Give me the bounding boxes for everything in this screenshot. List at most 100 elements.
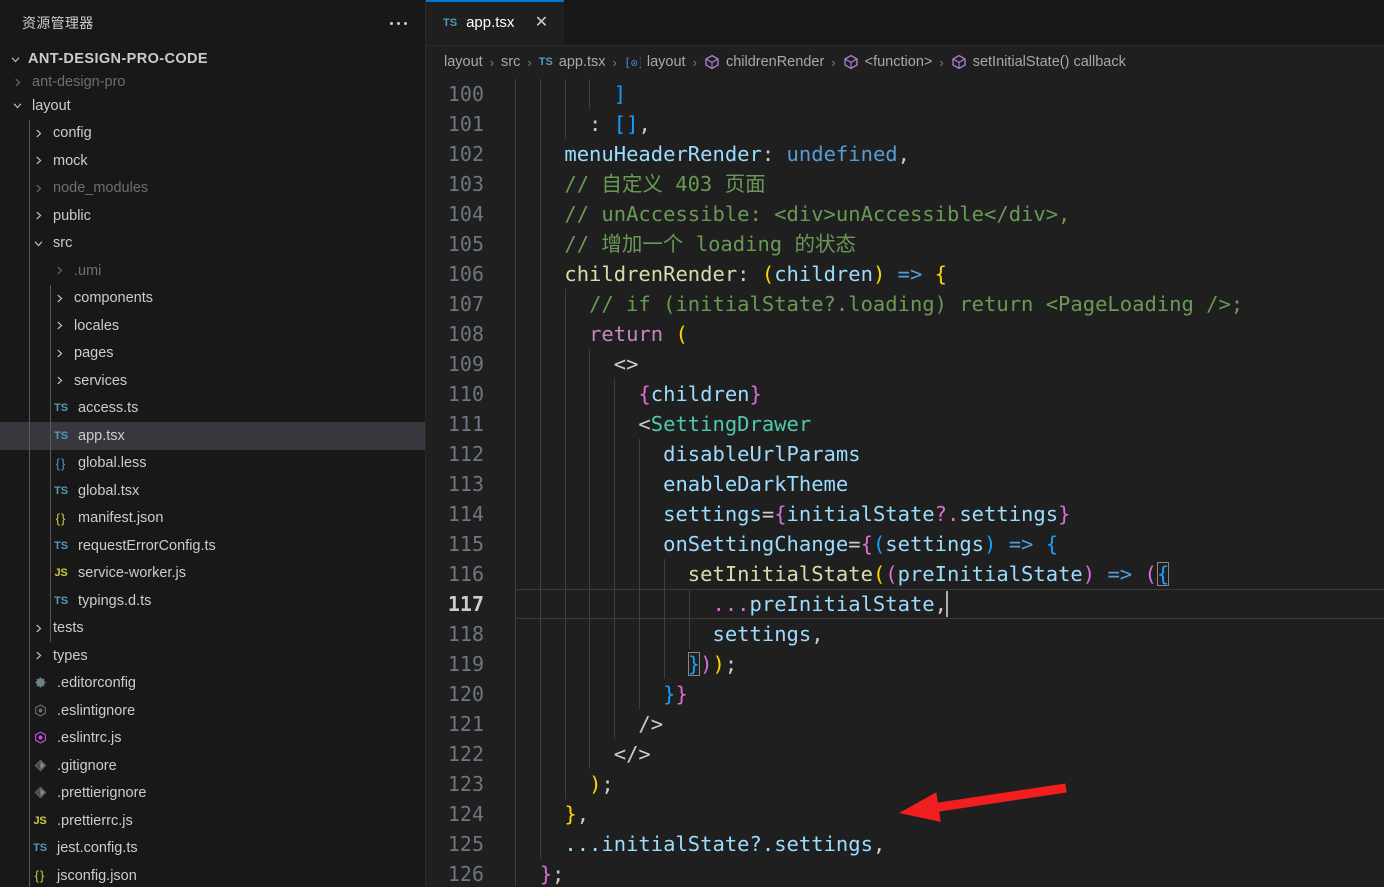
tree-file-typings-d-ts[interactable]: TS typings.d.ts — [0, 587, 425, 615]
chevron-right-icon[interactable] — [29, 183, 47, 194]
line-number: 100 — [447, 82, 484, 106]
indent-guide — [564, 109, 566, 139]
chevron-right-icon[interactable] — [8, 77, 26, 88]
code-line[interactable]: 101 : [], — [426, 109, 1384, 139]
tree-folder-tests[interactable]: tests — [0, 615, 425, 643]
tree-folder-components[interactable]: components — [0, 285, 425, 313]
indent-guide — [539, 319, 541, 349]
explorer-more-actions-icon[interactable] — [386, 16, 411, 31]
tree-file-eslintrc-js[interactable]: .eslintrc.js — [0, 725, 425, 753]
tree-file-jsconfig-json[interactable]: {} jsconfig.json — [0, 862, 425, 887]
chevron-right-icon[interactable] — [29, 623, 47, 634]
tree-file-eslintignore[interactable]: .eslintignore — [0, 697, 425, 725]
code-line[interactable]: 125 ...initialState?.settings, — [426, 829, 1384, 859]
tree-folder-layout[interactable]: layout — [0, 92, 425, 120]
code-line-current[interactable]: 117 ...preInitialState, — [426, 589, 1384, 619]
tree-file-jest-config-ts[interactable]: TS jest.config.ts — [0, 835, 425, 863]
breadcrumb[interactable]: layout › src › TS app.tsx › [⊙] layout › childrenR… — [426, 46, 1384, 78]
line-number: 112 — [447, 442, 484, 466]
breadcrumb-item-layout[interactable]: layout — [444, 54, 483, 70]
tree-item-label: locales — [74, 317, 120, 334]
chevron-down-icon[interactable] — [29, 238, 47, 249]
code-line[interactable]: 104 // unAccessible: <div>unAccessible</… — [426, 199, 1384, 229]
code-line[interactable]: 108 return ( — [426, 319, 1384, 349]
breadcrumb-item-layout[interactable]: [⊙] layout — [624, 54, 686, 70]
code-token: ( — [1144, 562, 1157, 586]
tree-folder-umi[interactable]: .umi — [0, 257, 425, 285]
code-line[interactable]: 122 </> — [426, 739, 1384, 769]
code-line[interactable]: 102 menuHeaderRender: undefined, — [426, 139, 1384, 169]
tree-file-prettierrc-js[interactable]: JS .prettierrc.js — [0, 807, 425, 835]
chevron-right-icon[interactable] — [29, 128, 47, 139]
tree-folder-config[interactable]: config — [0, 120, 425, 148]
tree-folder-src[interactable]: src — [0, 230, 425, 258]
code-line[interactable]: 105 // 增加一个 loading 的状态 — [426, 229, 1384, 259]
tree-file-gitignore[interactable]: .gitignore — [0, 752, 425, 780]
code-line[interactable]: 124 }, — [426, 799, 1384, 829]
file-tree[interactable]: ant-design-pro layout config mock node_modul… — [0, 72, 425, 887]
chevron-right-icon[interactable] — [29, 650, 47, 661]
tree-file-manifest-json[interactable]: {} manifest.json — [0, 505, 425, 533]
tree-folder-ant-design-pro[interactable]: ant-design-pro — [0, 72, 425, 92]
code-line[interactable]: 121 /> — [426, 709, 1384, 739]
code-line[interactable]: 116 setInitialState((preInitialState) =>… — [426, 559, 1384, 589]
code-token: : — [761, 142, 787, 166]
tree-folder-mock[interactable]: mock — [0, 147, 425, 175]
chevron-right-icon[interactable] — [50, 293, 68, 304]
code-text: </> — [500, 739, 651, 769]
code-line[interactable]: 115 onSettingChange={(settings) => { — [426, 529, 1384, 559]
code-line[interactable]: 119 })); — [426, 649, 1384, 679]
code-text: onSettingChange={(settings) => { — [500, 529, 1058, 559]
close-icon[interactable]: ✕ — [531, 13, 551, 33]
chevron-right-icon[interactable] — [29, 155, 47, 166]
chevron-right-icon[interactable] — [50, 265, 68, 276]
code-line[interactable]: 106 childrenRender: (children) => { — [426, 259, 1384, 289]
tree-file-global-tsx[interactable]: TS global.tsx — [0, 477, 425, 505]
code-line[interactable]: 103 // 自定义 403 页面 — [426, 169, 1384, 199]
tree-folder-pages[interactable]: pages — [0, 340, 425, 368]
code-line[interactable]: 120 }} — [426, 679, 1384, 709]
indent-guide — [589, 529, 591, 559]
tree-folder-public[interactable]: public — [0, 202, 425, 230]
breadcrumb-item-src[interactable]: src — [501, 54, 520, 70]
code-line[interactable]: 113 enableDarkTheme — [426, 469, 1384, 499]
tree-file-access-ts[interactable]: TS access.ts — [0, 395, 425, 423]
tree-folder-types[interactable]: types — [0, 642, 425, 670]
code-line[interactable]: 111 <SettingDrawer — [426, 409, 1384, 439]
workspace-root-item[interactable]: ANT-DESIGN-PRO-CODE — [0, 46, 425, 72]
ts-file-icon: TS — [538, 56, 553, 68]
chevron-right-icon[interactable] — [50, 375, 68, 386]
chevron-down-icon[interactable] — [8, 100, 26, 111]
code-line[interactable]: 107 // if (initialState?.loading) return… — [426, 289, 1384, 319]
tree-item-label: tests — [53, 620, 84, 637]
breadcrumb-item-function[interactable]: <function> — [843, 54, 932, 70]
tree-file-prettierignore[interactable]: .prettierignore — [0, 780, 425, 808]
code-line[interactable]: 114 settings={initialState?.settings} — [426, 499, 1384, 529]
breadcrumb-item-app-tsx[interactable]: TS app.tsx — [539, 54, 606, 70]
chevron-down-icon — [6, 54, 24, 65]
tree-file-editorconfig[interactable]: .editorconfig — [0, 670, 425, 698]
tree-folder-locales[interactable]: locales — [0, 312, 425, 340]
chevron-right-icon[interactable] — [29, 210, 47, 221]
code-line[interactable]: 126 }; — [426, 859, 1384, 887]
chevron-right-icon[interactable] — [50, 320, 68, 331]
tree-folder-node-modules[interactable]: node_modules — [0, 175, 425, 203]
code-line[interactable]: 123 ); — [426, 769, 1384, 799]
code-editor[interactable]: 100 ] 101 : [], 102 menuHeaderRender: unde… — [426, 78, 1384, 887]
code-line[interactable]: 100 ] — [426, 79, 1384, 109]
tree-file-app-tsx[interactable]: TS app.tsx — [0, 422, 425, 450]
workspace-root-label: ANT-DESIGN-PRO-CODE — [28, 51, 208, 67]
code-token: SettingDrawer — [650, 412, 812, 436]
code-line[interactable]: 110 {children} — [426, 379, 1384, 409]
chevron-right-icon[interactable] — [50, 348, 68, 359]
tree-file-service-worker-js[interactable]: JS service-worker.js — [0, 560, 425, 588]
tree-file-global-less[interactable]: {} global.less — [0, 450, 425, 478]
editor-tab-app-tsx[interactable]: TS app.tsx ✕ — [426, 0, 565, 45]
tree-folder-services[interactable]: services — [0, 367, 425, 395]
breadcrumb-item-setinitialstate-callback[interactable]: setInitialState() callback — [951, 54, 1126, 70]
tree-file-requesterrorconfig-ts[interactable]: TS requestErrorConfig.ts — [0, 532, 425, 560]
code-line[interactable]: 118 settings, — [426, 619, 1384, 649]
code-line[interactable]: 112 disableUrlParams — [426, 439, 1384, 469]
code-line[interactable]: 109 <> — [426, 349, 1384, 379]
breadcrumb-item-childrenrender[interactable]: childrenRender — [704, 54, 824, 70]
